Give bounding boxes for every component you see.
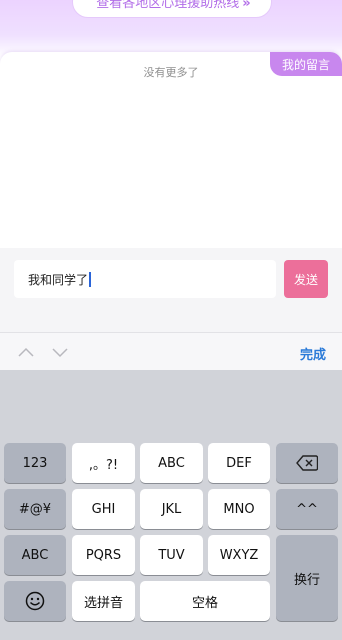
key-punctuation[interactable]: ,。?! [72,443,135,483]
message-input-value: 我和同学了 [28,272,89,287]
key-ghi[interactable]: GHI [72,489,135,529]
no-more-text: 没有更多了 [143,66,199,79]
key-jkl[interactable]: JKL [140,489,203,529]
double-chevron-right-icon: » [242,0,251,11]
key-wxyz[interactable]: WXYZ [208,535,270,575]
backspace-key[interactable] [276,443,338,483]
hotline-button[interactable]: 查看各地区心理援助热线 » [72,0,272,18]
key-pqrs[interactable]: PQRS [72,535,135,575]
key-123[interactable]: 123 [4,443,66,483]
key-symbols[interactable]: #@¥ [4,489,66,529]
key-abc[interactable]: ABC [140,443,203,483]
key-def[interactable]: DEF [208,443,270,483]
backspace-icon [296,455,318,471]
keyboard-accessory-bar: 完成 [0,332,342,370]
key-abc-switch[interactable]: ABC [4,535,66,575]
key-emoticon[interactable]: ^^ [276,489,338,529]
send-button[interactable]: 发送 [284,260,328,298]
emoji-key[interactable] [4,581,66,621]
hotline-label: 查看各地区心理援助热线 [96,0,240,11]
messages-panel [0,52,342,248]
keyboard: 123 ,。?! ABC DEF #@¥ GHI JKL MNO ^^ ABC … [0,370,342,640]
composer-bar: 我和同学了 发送 [0,248,342,332]
key-select-pinyin[interactable]: 选拼音 [72,581,135,621]
chevron-down-icon[interactable] [52,345,68,359]
text-caret [89,271,92,287]
message-input[interactable]: 我和同学了 [14,260,276,298]
emoji-icon [25,591,45,611]
space-key[interactable]: 空格 [140,581,270,621]
key-tuv[interactable]: TUV [140,535,203,575]
key-mno[interactable]: MNO [208,489,270,529]
chevron-up-icon[interactable] [18,345,34,359]
header-gradient-band: 查看各地区心理援助热线 » [0,0,342,58]
return-key[interactable]: 换行 [276,535,338,621]
done-button[interactable]: 完成 [300,344,326,363]
